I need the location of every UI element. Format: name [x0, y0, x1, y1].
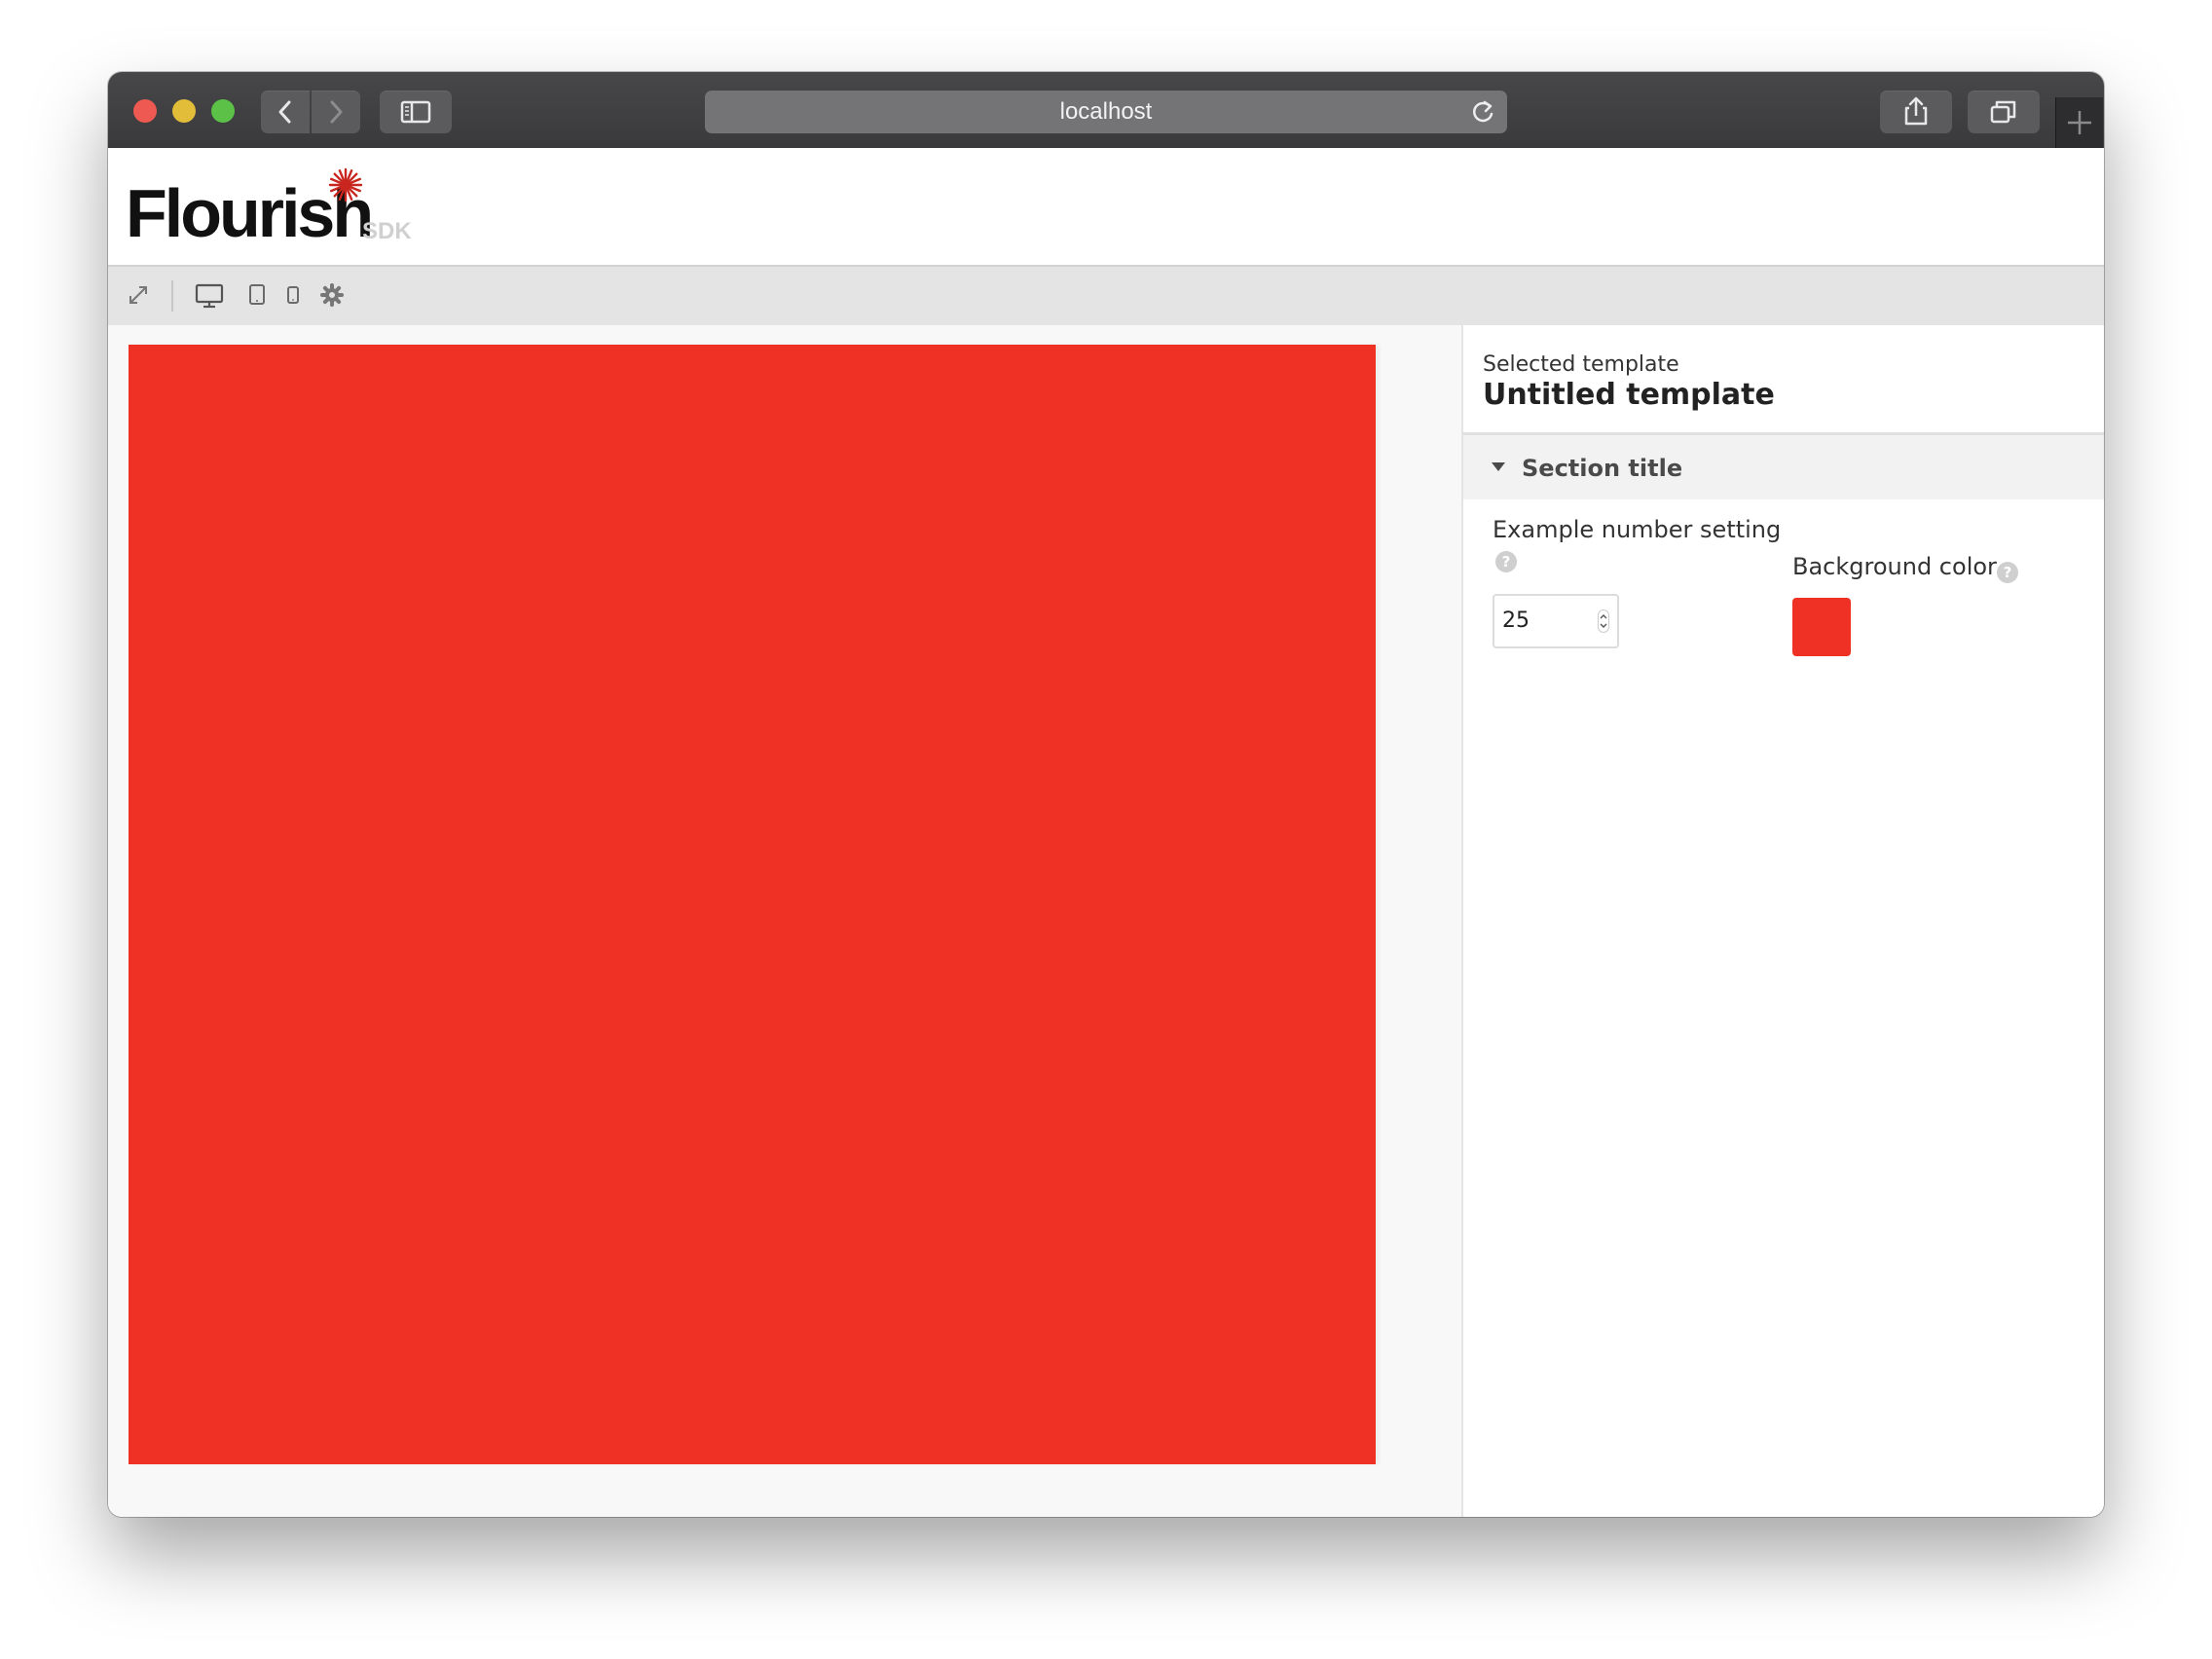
show-tabs-button[interactable]	[1968, 91, 2040, 133]
zoom-window-button[interactable]	[211, 99, 235, 123]
number-setting-label: Example number setting	[1493, 516, 1782, 543]
number-setting-value: 25	[1502, 608, 1530, 633]
close-window-button[interactable]	[133, 99, 157, 123]
settings-panel: Selected template Untitled template Sect…	[1461, 325, 2104, 1517]
browser-titlebar: localhost	[108, 72, 2104, 149]
selected-template-name: Untitled template	[1483, 378, 1775, 412]
selected-template-label: Selected template	[1483, 352, 1679, 377]
mobile-icon[interactable]	[284, 282, 302, 310]
share-icon	[1904, 96, 1928, 126]
sidebar-toggle-button[interactable]	[380, 91, 452, 133]
tabs-icon	[1990, 100, 2016, 124]
background-color-swatch[interactable]	[1792, 598, 1851, 656]
address-text: localhost	[1059, 98, 1153, 125]
number-setting-input[interactable]: 25	[1493, 594, 1619, 648]
expand-icon[interactable]	[126, 282, 151, 308]
chevron-left-icon	[278, 100, 291, 124]
help-icon[interactable]: ?	[1495, 551, 1517, 572]
forward-button[interactable]	[312, 91, 360, 133]
share-button[interactable]	[1880, 91, 1952, 133]
help-icon[interactable]: ?	[1997, 562, 2018, 583]
chevron-right-icon	[330, 100, 343, 124]
plus-icon	[2068, 111, 2091, 134]
gear-icon[interactable]	[319, 282, 345, 308]
back-button[interactable]	[261, 91, 310, 133]
preview-toolbar	[108, 267, 2104, 325]
reload-icon[interactable]	[1468, 97, 1497, 127]
visualization-canvas[interactable]	[129, 345, 1376, 1464]
toolbar-divider	[171, 280, 173, 312]
tablet-icon[interactable]	[246, 282, 268, 310]
preview-area	[108, 325, 1461, 1517]
sdk-badge: SDK	[362, 218, 412, 244]
section-header[interactable]: Section title	[1463, 435, 2104, 499]
sidebar-icon	[400, 100, 431, 124]
minimize-window-button[interactable]	[172, 99, 196, 123]
logo-starburst-icon	[328, 167, 363, 203]
stepper-arrows-icon[interactable]	[1598, 609, 1609, 633]
address-bar[interactable]: localhost	[705, 91, 1507, 133]
section-title: Section title	[1522, 455, 1683, 482]
color-setting-label: Background color	[1792, 553, 1997, 580]
app-header: Flourish SDK	[108, 148, 2104, 267]
browser-window: localhost Flourish SDK Selected template…	[108, 72, 2104, 1517]
new-tab-button[interactable]	[2055, 97, 2103, 148]
caret-down-icon	[1492, 462, 1505, 471]
desktop-icon[interactable]	[195, 282, 224, 310]
